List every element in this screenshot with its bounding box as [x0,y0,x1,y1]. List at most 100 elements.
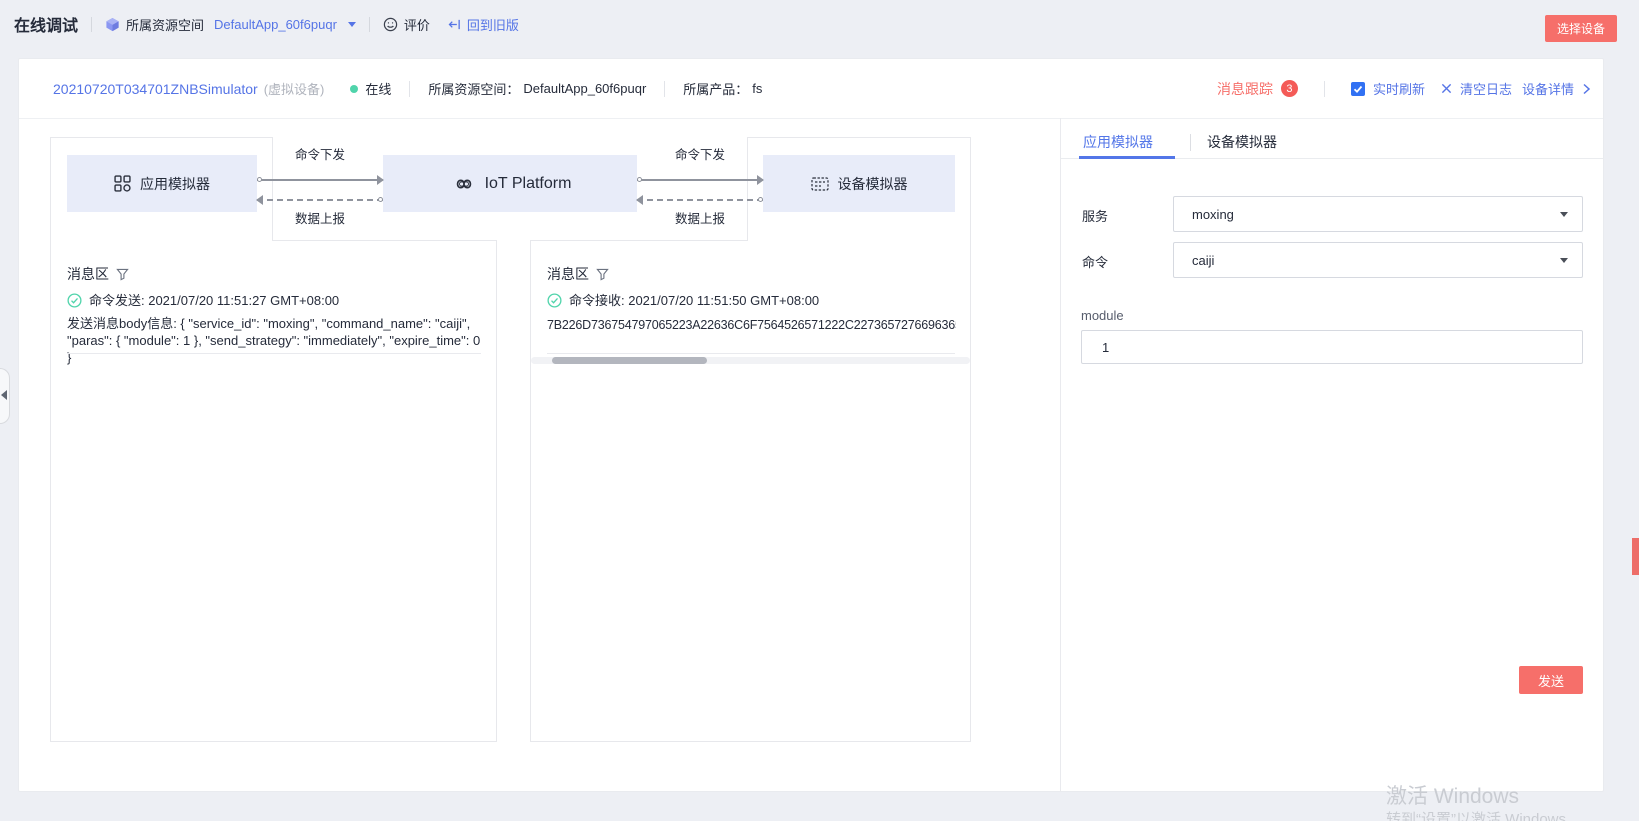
sent-command-body: 发送消息body信息: { "service_id": "moxing", "c… [67,315,483,366]
product-info: 所属产品： fs [683,79,762,98]
product-value: fs [752,81,762,96]
check-circle-icon [547,293,562,308]
realtime-refresh-label[interactable]: 实时刷新 [1373,79,1425,98]
command-down-label: 命令下发 [295,147,345,163]
command-label: 命令 [1082,252,1108,271]
message-trace-count-badge: 3 [1281,80,1298,97]
arrow-group-platform-device: 命令下发 数据上报 [637,143,763,227]
data-up-arrow [637,199,763,201]
module-param-input[interactable] [1081,330,1583,364]
clear-log-x-icon[interactable] [1441,83,1452,94]
data-up-label: 数据上报 [675,211,725,227]
divider [664,81,665,97]
arrow-origin-dot [758,197,763,202]
product-label: 所属产品： [683,79,748,98]
module-param-label: module [1081,308,1124,323]
data-up-arrow [257,199,383,201]
horizontal-scrollbar-thumb[interactable] [552,357,707,364]
command-down-label: 命令下发 [675,147,725,163]
iot-platform-label: IoT Platform [485,175,572,193]
divider [369,17,370,32]
arrowhead-right-icon [757,175,764,185]
triangle-left-icon [1,390,7,400]
return-arrow-icon [448,18,461,31]
chevron-down-icon[interactable] [348,22,356,27]
resource-space-selector[interactable]: 所属资源空间 DefaultApp_60f6puqr [105,15,356,34]
arrowhead-right-icon [377,175,384,185]
feedback-button[interactable]: 评价 [383,15,430,34]
resource-space-label: 所属资源空间： [428,79,519,98]
left-message-area-title: 消息区 [67,264,109,284]
filter-icon[interactable] [596,268,609,281]
chevron-down-icon [1560,212,1568,217]
top-bar: 在线调试 所属资源空间 DefaultApp_60f6puqr 评价 回到旧版 [0,0,1639,48]
received-command-entry: 命令接收: 2021/07/20 11:51:50 GMT+08:00 7B22… [547,292,956,334]
command-down-arrow [257,179,383,181]
divider [409,81,410,97]
message-trace-link[interactable]: 消息跟踪 [1217,79,1273,99]
sidebar-collapse-handle[interactable] [0,368,10,424]
service-select[interactable]: moxing [1173,196,1583,232]
data-up-label: 数据上报 [295,211,345,227]
received-command-status-row: 命令接收: 2021/07/20 11:51:50 GMT+08:00 [547,292,956,309]
chevron-down-icon [1560,258,1568,263]
info-bar-tools: 消息跟踪 3 实时刷新 清空日志 设备详情 [1217,79,1591,99]
sent-command-timestamp: 命令发送: 2021/07/20 11:51:27 GMT+08:00 [89,292,339,309]
online-debug-page: 在线调试 所属资源空间 DefaultApp_60f6puqr 评价 回到旧版 … [0,0,1639,821]
grid-icon [114,175,131,192]
device-detail-link[interactable]: 设备详情 [1522,79,1574,98]
sent-command-entry: 命令发送: 2021/07/20 11:51:27 GMT+08:00 发送消息… [67,292,483,366]
iot-platform-box: IoT Platform [383,155,637,212]
device-info-bar: 20210720T034701ZNBSimulator (虚拟设备) 在线 所属… [19,59,1603,119]
filter-icon[interactable] [116,268,129,281]
tab-app-simulator[interactable]: 应用模拟器 [1083,132,1153,152]
send-button[interactable]: 发送 [1519,666,1583,694]
tab-device-simulator[interactable]: 设备模拟器 [1207,132,1277,152]
select-device-button[interactable]: 选择设备 [1545,15,1617,42]
received-command-timestamp: 命令接收: 2021/07/20 11:51:50 GMT+08:00 [569,292,819,309]
app-simulator-box: 应用模拟器 [67,155,257,212]
resource-space-value: DefaultApp_60f6puqr [523,81,646,96]
check-circle-icon [67,293,82,308]
divider [67,353,481,354]
arrow-origin-dot [378,197,383,202]
received-command-hex-body: 7B226D736754797065223A22636C6F7564526571… [547,317,956,334]
horizontal-scrollbar-track[interactable] [531,357,970,364]
device-type-label: (虚拟设备) [264,79,325,98]
arrowhead-left-icon [256,195,263,205]
clear-log-link[interactable]: 清空日志 [1460,79,1512,98]
resource-space-value[interactable]: DefaultApp_60f6puqr [214,17,337,32]
divider [547,353,955,354]
resource-space-info: 所属资源空间： DefaultApp_60f6puqr [428,79,646,98]
smiley-icon [383,17,398,32]
service-label: 服务 [1082,206,1108,225]
chevron-right-icon[interactable] [1582,83,1591,95]
back-to-old-version-link[interactable]: 回到旧版 [448,15,519,34]
sent-command-status-row: 命令发送: 2021/07/20 11:51:27 GMT+08:00 [67,292,483,309]
right-edge-red-tab[interactable] [1632,538,1639,575]
left-message-area-header: 消息区 [67,264,129,284]
command-down-arrow [637,179,763,181]
command-select-value: caiji [1192,253,1214,268]
active-tab-underline [1079,156,1175,159]
device-name-link[interactable]: 20210720T034701ZNBSimulator [53,81,258,97]
feedback-label: 评价 [404,15,430,34]
resource-space-label: 所属资源空间 [126,15,204,34]
divider [91,17,92,32]
divider [1190,134,1191,151]
arrowhead-left-icon [636,195,643,205]
arrow-origin-dot [257,177,262,182]
right-message-area-header: 消息区 [547,264,609,284]
service-select-value: moxing [1192,207,1234,222]
device-simulator-label: 设备模拟器 [838,174,908,194]
page-title: 在线调试 [14,12,78,36]
arrow-group-app-platform: 命令下发 数据上报 [257,143,383,227]
online-status-dot [350,85,358,93]
command-select[interactable]: caiji [1173,242,1583,278]
realtime-refresh-checkbox[interactable] [1351,82,1365,96]
cube-icon [105,17,120,32]
dashed-list-icon [811,177,829,191]
app-simulator-label: 应用模拟器 [140,174,210,194]
online-status-label: 在线 [365,79,391,98]
back-to-old-version-label: 回到旧版 [467,15,519,34]
